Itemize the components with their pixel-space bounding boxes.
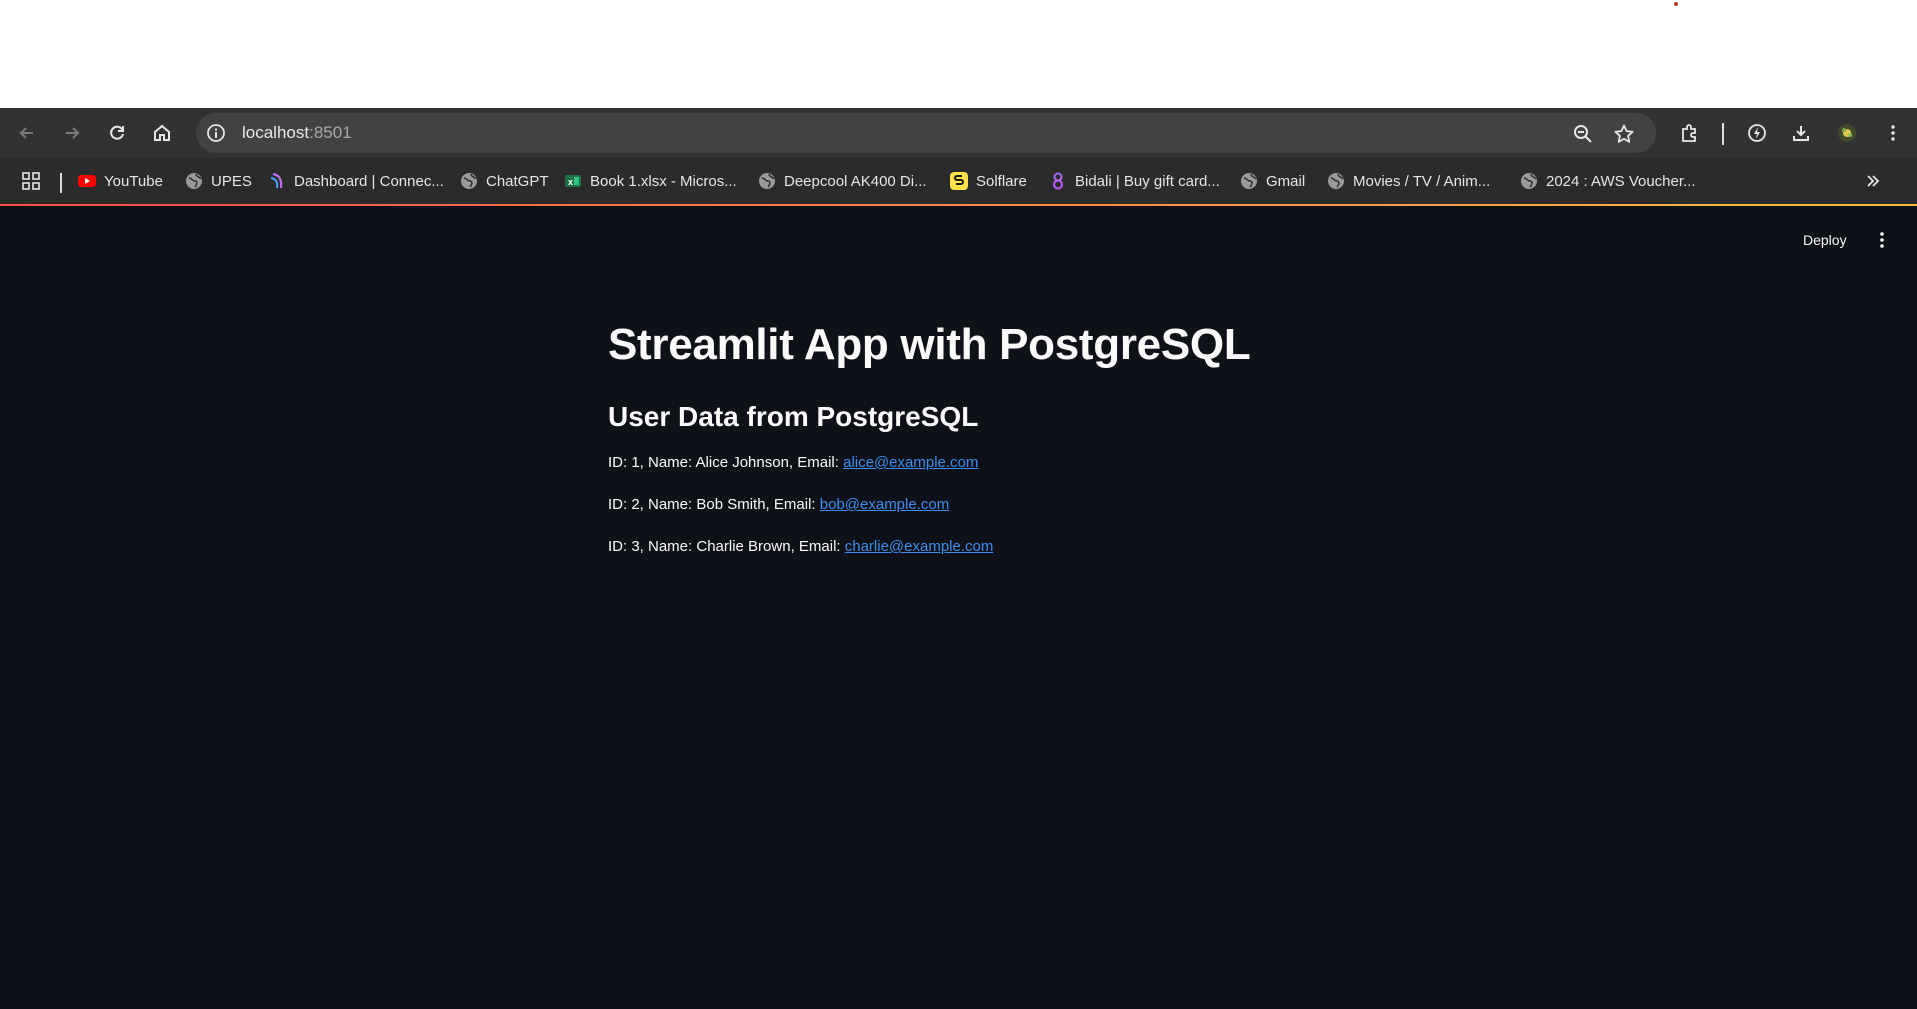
browser-menu-button[interactable]	[1878, 118, 1908, 148]
bookmark-label: Deepcool AK400 Di...	[784, 172, 927, 190]
back-button[interactable]	[12, 118, 42, 148]
url-host: localhost	[242, 123, 310, 142]
desktop-area	[0, 0, 1917, 108]
extensions-button[interactable]	[1675, 118, 1705, 148]
bookmark-aws-voucher[interactable]: 2024 : AWS Voucher...	[1520, 170, 1696, 192]
puzzle-piece-icon	[1682, 124, 1696, 142]
url-text: localhost:8501	[242, 123, 352, 143]
bookmark-label: YouTube	[104, 172, 163, 190]
email-link[interactable]: charlie@example.com	[845, 538, 994, 555]
reload-icon	[110, 125, 124, 140]
bookmark-chatgpt[interactable]: ChatGPT	[460, 170, 549, 192]
bookmark-label: ChatGPT	[486, 172, 549, 190]
bookmark-gmail[interactable]: Gmail	[1240, 170, 1305, 192]
address-bar[interactable]: localhost:8501	[196, 113, 1656, 153]
bookmark-label: UPES	[211, 172, 252, 190]
bookmark-deepcool[interactable]: Deepcool AK400 Di...	[758, 170, 927, 192]
streamlit-app: Deploy Streamlit App with PostgreSQL Use…	[0, 206, 1917, 1009]
downloads-button[interactable]	[1786, 118, 1816, 148]
bookmark-star-icon[interactable]	[1613, 123, 1635, 145]
forward-arrow-icon	[66, 127, 80, 139]
url-port: :8501	[309, 123, 352, 142]
page-title: Streamlit App with PostgreSQL	[608, 320, 1251, 369]
profile-button[interactable]	[1832, 118, 1862, 148]
solflare-icon	[950, 172, 968, 190]
deploy-button[interactable]: Deploy	[1803, 232, 1847, 248]
svg-text:x: x	[568, 177, 573, 187]
site-info-icon[interactable]	[206, 123, 226, 143]
bookmark-label: Book 1.xlsx - Micros...	[590, 172, 737, 190]
user-details: ID: 3, Name: Charlie Brown, Email:	[608, 538, 845, 555]
download-icon	[1793, 126, 1809, 141]
bookmarks-divider	[60, 173, 62, 193]
section-subtitle: User Data from PostgreSQL	[608, 401, 979, 432]
toolbar-divider	[1722, 123, 1724, 145]
profile-avatar-icon	[1838, 124, 1856, 142]
user-row: ID: 2, Name: Bob Smith, Email: bob@examp…	[608, 496, 949, 513]
bookmark-label: Bidali | Buy gift card...	[1075, 172, 1220, 190]
globe-icon	[460, 172, 478, 190]
bookmark-label: Movies / TV / Anim...	[1353, 172, 1491, 190]
excel-icon: x	[564, 172, 582, 190]
reload-button[interactable]	[102, 118, 132, 148]
bookmark-label: Gmail	[1266, 172, 1306, 190]
globe-icon	[185, 172, 203, 190]
bookmark-book-xlsx[interactable]: x Book 1.xlsx - Micros...	[564, 170, 737, 192]
globe-icon	[1327, 172, 1345, 190]
back-arrow-icon	[19, 127, 33, 139]
bookmark-label: 2024 : AWS Voucher...	[1546, 172, 1696, 190]
globe-icon	[1240, 172, 1258, 190]
apps-grid-icon	[22, 172, 40, 190]
email-link[interactable]: alice@example.com	[843, 454, 978, 471]
bookmark-label: Solflare	[976, 172, 1027, 190]
email-link[interactable]: bob@example.com	[820, 496, 949, 513]
red-dot-indicator	[1674, 2, 1678, 6]
lightning-circle-icon	[1748, 124, 1766, 142]
globe-icon	[1520, 172, 1538, 190]
bookmark-upes[interactable]: UPES	[185, 170, 252, 192]
apps-grid-button[interactable]	[22, 170, 40, 192]
dashboard-favicon-icon	[268, 172, 286, 190]
bookmark-dashboard[interactable]: Dashboard | Connec...	[268, 170, 444, 192]
browser-toolbar: localhost:8501	[0, 108, 1917, 158]
bookmark-label: Dashboard | Connec...	[294, 172, 444, 190]
bookmarks-bar: YouTube UPES Dashboard | Connec... ChatG…	[0, 158, 1917, 204]
browser-chrome: localhost:8501 YouTube UPES Dashboard | …	[0, 108, 1917, 206]
user-row: ID: 1, Name: Alice Johnson, Email: alice…	[608, 454, 978, 471]
vertical-dots-icon	[1891, 125, 1895, 141]
youtube-icon	[78, 172, 96, 190]
bookmark-solflare[interactable]: Solflare	[950, 170, 1027, 192]
home-icon	[154, 124, 170, 141]
forward-button[interactable]	[57, 118, 87, 148]
bookmarks-overflow-button[interactable]	[1864, 170, 1882, 192]
bookmark-movies[interactable]: Movies / TV / Anim...	[1327, 170, 1490, 192]
bookmark-youtube[interactable]: YouTube	[78, 170, 163, 192]
user-row: ID: 3, Name: Charlie Brown, Email: charl…	[608, 538, 993, 555]
user-details: ID: 1, Name: Alice Johnson, Email:	[608, 454, 844, 471]
bookmark-bidali[interactable]: Bidali | Buy gift card...	[1049, 170, 1220, 192]
double-chevron-right-icon	[1864, 172, 1882, 190]
user-details: ID: 2, Name: Bob Smith, Email:	[608, 496, 820, 513]
home-button[interactable]	[147, 118, 177, 148]
app-menu-icon[interactable]	[1872, 230, 1892, 250]
globe-icon	[758, 172, 776, 190]
performance-button[interactable]	[1742, 118, 1772, 148]
zoom-icon[interactable]	[1572, 123, 1594, 145]
bidali-icon	[1049, 172, 1067, 190]
